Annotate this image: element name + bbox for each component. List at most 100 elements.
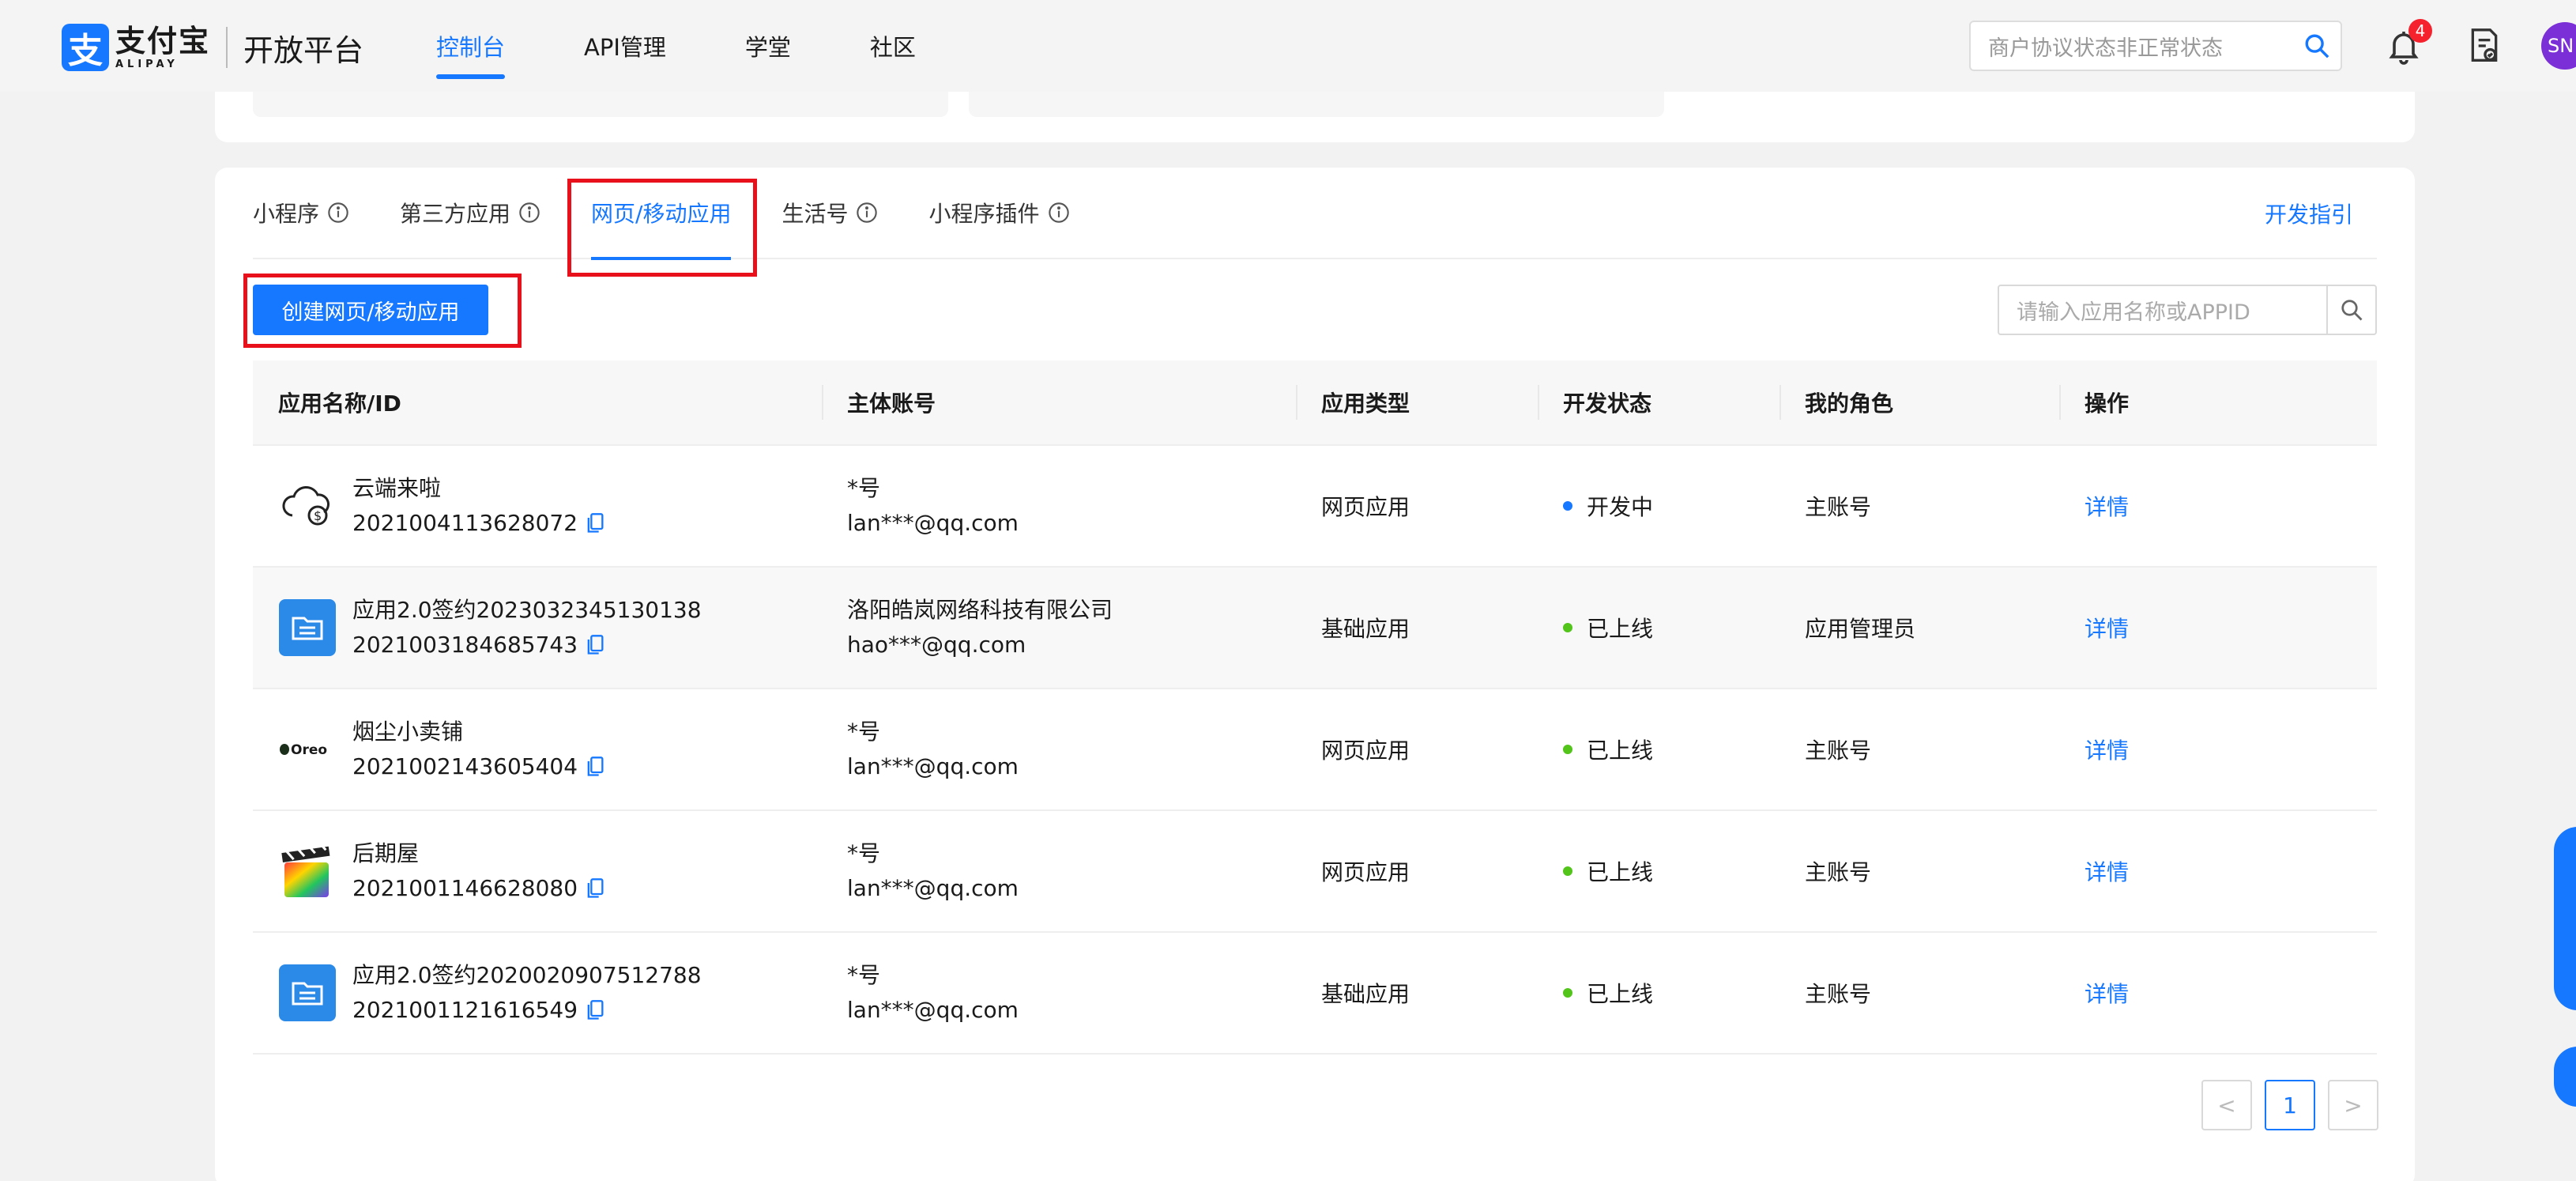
table-row: Oreo 烟尘小卖铺 2021002143605404 *号 lan***@qq… — [253, 689, 2377, 811]
nav-api-management[interactable]: API管理 — [584, 0, 666, 92]
status-dot — [1563, 623, 1572, 632]
role: 应用管理员 — [1805, 616, 1916, 642]
nav-console[interactable]: 控制台 — [436, 0, 506, 92]
app-type: 基础应用 — [1321, 981, 1410, 1007]
info-icon[interactable] — [327, 202, 349, 224]
overview-panel-right — [969, 92, 1664, 117]
logo-divider — [226, 27, 228, 68]
col-app-name: 应用名称/ID — [278, 391, 401, 417]
overview-card — [215, 92, 2415, 142]
floating-chat-button[interactable] — [2554, 1047, 2576, 1107]
app-type: 基础应用 — [1321, 616, 1410, 642]
status-text: 已上线 — [1587, 616, 1654, 642]
app-id: 2021003184685743 — [352, 632, 578, 658]
details-link[interactable]: 详情 — [2085, 612, 2129, 643]
table-row: $ 云端来啦 2021004113628072 *号 lan***@qq.com… — [253, 446, 2377, 568]
tab-label: 第三方应用 — [400, 201, 511, 227]
app-name: 云端来啦 — [352, 475, 442, 501]
tab-mini-program[interactable]: 小程序 — [253, 167, 349, 258]
details-link[interactable]: 详情 — [2085, 490, 2129, 522]
app-type: 网页应用 — [1321, 494, 1410, 520]
next-page-button[interactable]: > — [2328, 1080, 2378, 1130]
account-email: lan***@qq.com — [847, 875, 1019, 901]
role: 主账号 — [1805, 981, 1872, 1007]
floating-help-panel[interactable] — [2554, 827, 2576, 1010]
role: 主账号 — [1805, 494, 1872, 520]
search-icon — [2341, 300, 2363, 321]
account-email: hao***@qq.com — [847, 632, 1026, 658]
app-name: 烟尘小卖铺 — [352, 719, 464, 745]
status-text: 已上线 — [1587, 859, 1654, 885]
table-row: 应用2.0签约2020020907512788 2021001121616549… — [253, 933, 2377, 1055]
copy-icon[interactable] — [586, 512, 604, 534]
account-email: lan***@qq.com — [847, 510, 1019, 536]
notification-badge: 4 — [2408, 19, 2432, 43]
main-nav: 控制台 API管理 学堂 社区 — [436, 0, 995, 92]
tab-mini-program-plugin[interactable]: 小程序插件 — [928, 167, 1069, 258]
role: 主账号 — [1805, 738, 1872, 764]
app-name: 后期屋 — [352, 840, 420, 866]
account-name: *号 — [847, 719, 881, 745]
app-id: 2021002143605404 — [352, 753, 578, 779]
details-link[interactable]: 详情 — [2085, 734, 2129, 765]
header-search-input[interactable]: 商户协议状态非正常状态 — [1969, 21, 2342, 71]
svg-text:Oreo: Oreo — [291, 742, 327, 758]
tab-label: 小程序插件 — [928, 201, 1040, 227]
details-link[interactable]: 详情 — [2085, 855, 2129, 887]
app-id: 2021004113628072 — [352, 510, 578, 536]
cloud-dollar-icon: $ — [278, 477, 337, 535]
tab-label: 生活号 — [781, 201, 849, 227]
nav-academy[interactable]: 学堂 — [745, 0, 791, 92]
oreo-logo-icon: Oreo — [278, 720, 337, 779]
app-name: 应用2.0签约2020020907512788 — [352, 962, 702, 988]
status-dot — [1563, 866, 1572, 876]
table-header: 应用名称/ID 主体账号 应用类型 开发状态 我的角色 操作 — [253, 360, 2377, 446]
search-icon[interactable] — [2293, 32, 2341, 59]
prev-page-button[interactable]: < — [2201, 1080, 2252, 1130]
copy-icon[interactable] — [586, 756, 604, 778]
apps-card: 小程序 第三方应用 网页/移动应用 生活号 小程序插件 开发指引 创建网页/移动… — [215, 168, 2415, 1181]
status-text: 已上线 — [1587, 738, 1654, 764]
copy-icon[interactable] — [586, 634, 604, 656]
account-name: *号 — [847, 475, 881, 501]
account-email: lan***@qq.com — [847, 997, 1019, 1023]
page-1-button[interactable]: 1 — [2265, 1080, 2315, 1130]
table-row: 后期屋 2021001146628080 *号 lan***@qq.com 网页… — [253, 811, 2377, 933]
col-account: 主体账号 — [822, 385, 1296, 420]
highlight-box-create-button — [243, 274, 522, 348]
details-link[interactable]: 详情 — [2085, 977, 2129, 1009]
table-row: 应用2.0签约2023032345130138 2021003184685743… — [253, 568, 2377, 689]
document-check-icon[interactable] — [2467, 27, 2502, 65]
app-search-input[interactable]: 请输入应用名称或APPID — [1999, 286, 2326, 334]
svg-text:$: $ — [314, 508, 322, 523]
app-name: 应用2.0签约2023032345130138 — [352, 597, 702, 623]
tab-third-party-app[interactable]: 第三方应用 — [400, 167, 540, 258]
app-type: 网页应用 — [1321, 738, 1410, 764]
tab-label: 小程序 — [253, 201, 320, 227]
info-icon[interactable] — [518, 202, 540, 224]
highlight-box-tab — [567, 179, 757, 277]
overview-panel-left — [253, 92, 948, 117]
dev-guide-link[interactable]: 开发指引 — [2265, 168, 2353, 259]
avatar[interactable]: SN — [2541, 22, 2576, 70]
info-icon[interactable] — [856, 202, 878, 224]
info-icon[interactable] — [1048, 202, 1070, 224]
col-app-type: 应用类型 — [1296, 385, 1538, 420]
top-header: 支 支付宝 ALIPAY 开放平台 控制台 API管理 学堂 社区 商户协议状态… — [0, 0, 2576, 92]
pagination: < 1 > — [2201, 1080, 2391, 1130]
platform-title: 开放平台 — [243, 32, 364, 68]
account-name: *号 — [847, 962, 881, 988]
col-dev-status: 开发状态 — [1538, 385, 1779, 420]
copy-icon[interactable] — [586, 999, 604, 1021]
app-search-button[interactable] — [2326, 286, 2375, 334]
account-name: 洛阳皓岚网络科技有限公司 — [847, 597, 1113, 623]
folder-app-icon — [278, 964, 337, 1022]
app-type: 网页应用 — [1321, 859, 1410, 885]
copy-icon[interactable] — [586, 877, 604, 900]
app-search-box[interactable]: 请输入应用名称或APPID — [1998, 285, 2377, 335]
alipay-logo[interactable]: 支 支付宝 ALIPAY 开放平台 — [62, 24, 363, 71]
app-id: 2021001146628080 — [352, 875, 578, 901]
nav-community[interactable]: 社区 — [870, 0, 916, 92]
tab-life-account[interactable]: 生活号 — [781, 167, 878, 258]
status-text: 已上线 — [1587, 981, 1654, 1007]
